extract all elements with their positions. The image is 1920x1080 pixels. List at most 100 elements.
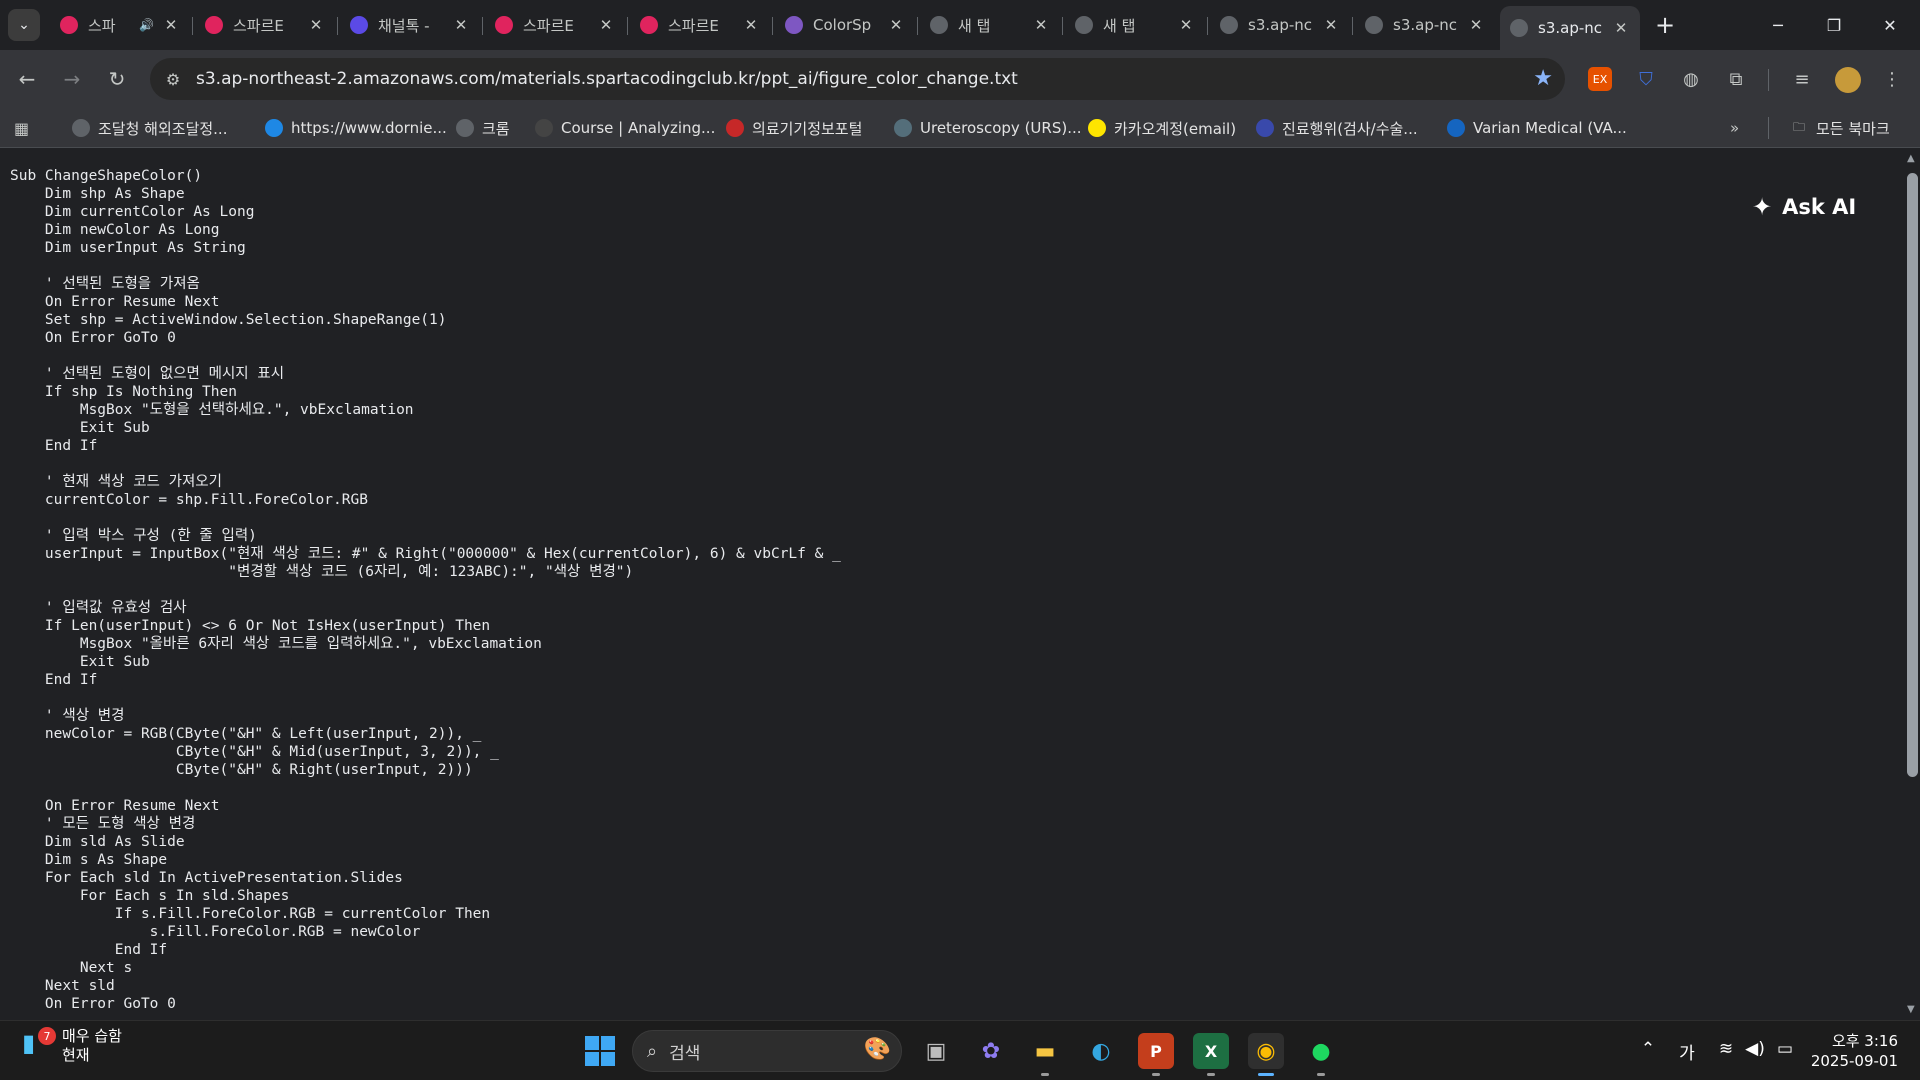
volume-icon[interactable]: ◀) bbox=[1744, 1039, 1766, 1059]
ime-indicator[interactable]: 가 bbox=[1676, 1039, 1698, 1064]
ask-ai-button[interactable]: ✦ Ask AI bbox=[1752, 193, 1856, 221]
restore-button[interactable]: ❐ bbox=[1806, 0, 1862, 50]
spartacoding-icon bbox=[640, 16, 658, 34]
close-window-button[interactable]: ✕ bbox=[1862, 0, 1918, 50]
globe-icon bbox=[1510, 19, 1528, 37]
chrome-icon[interactable]: ◉ bbox=[1248, 1033, 1284, 1069]
powerpoint-icon[interactable]: P bbox=[1138, 1033, 1174, 1069]
bookmark-item[interactable]: https://www.dornie... bbox=[265, 116, 447, 140]
vertical-scrollbar[interactable]: ▲ ▼ bbox=[1905, 149, 1920, 1019]
bookmark-item[interactable]: Varian Medical (VA... bbox=[1447, 116, 1627, 140]
browser-tab[interactable]: 스파 🔊 ✕ bbox=[50, 6, 190, 44]
ex-extension-icon[interactable]: EX bbox=[1588, 67, 1612, 91]
more-menu-icon[interactable]: ⋮ bbox=[1880, 67, 1904, 91]
spotify-icon[interactable]: ● bbox=[1303, 1033, 1339, 1069]
taskbar-search-box[interactable]: ⌕ 검색 🎨 bbox=[632, 1030, 902, 1072]
browser-tab[interactable]: 새 탭 ✕ bbox=[1065, 6, 1205, 44]
edge-icon[interactable]: ◐ bbox=[1083, 1033, 1119, 1069]
bookmark-item[interactable]: 크롬 bbox=[456, 116, 510, 140]
all-bookmarks-folder[interactable]: 🗀 모든 북마크 bbox=[1790, 116, 1890, 140]
windows-start-icon[interactable] bbox=[585, 1036, 615, 1066]
tab-label: 스파 bbox=[88, 16, 116, 35]
media-control-icon[interactable]: ≡ bbox=[1790, 67, 1814, 91]
medical-icon bbox=[1256, 119, 1274, 137]
clock-time: 오후 3:16 bbox=[1831, 1032, 1898, 1050]
document-text: Sub ChangeShapeColor() Dim shp As Shape … bbox=[10, 168, 841, 1012]
tab-label: 스파르E bbox=[523, 16, 574, 35]
translate-extension-icon[interactable]: ◍ bbox=[1679, 67, 1703, 91]
close-tab-icon[interactable]: ✕ bbox=[1322, 16, 1340, 34]
profile-avatar[interactable] bbox=[1835, 67, 1861, 93]
bookmark-item[interactable]: 진료행위(검사/수술... bbox=[1256, 116, 1418, 140]
browser-tab[interactable]: 스파르E ✕ bbox=[195, 6, 335, 44]
close-tab-icon[interactable]: ✕ bbox=[742, 16, 760, 34]
close-tab-icon[interactable]: ✕ bbox=[307, 16, 325, 34]
bookmarks-overflow-icon[interactable]: » bbox=[1730, 116, 1739, 140]
browser-tab[interactable]: 스파르E ✕ bbox=[485, 6, 625, 44]
tray-overflow-chevron-icon[interactable]: ⌃ bbox=[1638, 1039, 1658, 1059]
close-tab-icon[interactable]: ✕ bbox=[1612, 19, 1630, 37]
bookmark-item[interactable]: 카카오계정(email) bbox=[1088, 116, 1236, 140]
file-explorer-indicator bbox=[1041, 1073, 1049, 1076]
system-clock[interactable]: 오후 3:16 2025-09-01 bbox=[1808, 1031, 1898, 1071]
tab-search-button[interactable]: ⌄ bbox=[8, 9, 40, 41]
bookmark-star-icon[interactable]: ★ bbox=[1533, 66, 1553, 91]
minimize-button[interactable]: ─ bbox=[1750, 0, 1806, 50]
close-tab-icon[interactable]: ✕ bbox=[597, 16, 615, 34]
copilot-icon[interactable]: ✿ bbox=[973, 1033, 1009, 1069]
bookmark-item[interactable]: Ureteroscopy (URS)... bbox=[894, 116, 1082, 140]
scrollbar-thumb[interactable] bbox=[1907, 173, 1918, 777]
scroll-up-arrow-icon[interactable]: ▲ bbox=[1907, 153, 1915, 164]
restore-icon: ❐ bbox=[1826, 15, 1842, 35]
task-view-icon[interactable]: ▣ bbox=[918, 1033, 954, 1069]
battery-icon[interactable]: ▭ bbox=[1774, 1039, 1796, 1059]
close-tab-icon[interactable]: ✕ bbox=[1032, 16, 1050, 34]
close-tab-icon[interactable]: ✕ bbox=[1177, 16, 1195, 34]
file-explorer-icon[interactable]: ▬ bbox=[1027, 1033, 1063, 1069]
browser-tab[interactable]: 스파르E ✕ bbox=[630, 6, 770, 44]
kakao-icon bbox=[1088, 119, 1106, 137]
back-button[interactable]: ← bbox=[10, 62, 44, 96]
spartacoding-icon bbox=[205, 16, 223, 34]
new-tab-button[interactable]: + bbox=[1650, 10, 1680, 40]
shield-extension-icon[interactable]: ⛉ bbox=[1634, 67, 1658, 91]
browser-tab[interactable]: s3.ap-nc ✕ bbox=[1500, 6, 1640, 50]
chrome-indicator bbox=[1258, 1073, 1274, 1076]
browser-tab[interactable]: ColorSp ✕ bbox=[775, 6, 915, 44]
chrome-icon bbox=[930, 16, 948, 34]
browser-tab[interactable]: s3.ap-nc ✕ bbox=[1355, 6, 1495, 44]
tab-separator bbox=[772, 17, 773, 35]
reload-button[interactable]: ↻ bbox=[100, 62, 134, 96]
close-tab-icon[interactable]: ✕ bbox=[452, 16, 470, 34]
close-tab-icon[interactable]: ✕ bbox=[1467, 16, 1485, 34]
browser-tab[interactable]: 새 탭 ✕ bbox=[920, 6, 1060, 44]
bookmark-label: 크롬 bbox=[482, 119, 510, 138]
bookmark-label: 카카오계정(email) bbox=[1114, 119, 1237, 138]
weather-widget[interactable]: ▮ 7 매우 습함 현재 bbox=[22, 1027, 122, 1065]
close-tab-icon[interactable]: ✕ bbox=[162, 16, 180, 34]
scroll-down-arrow-icon[interactable]: ▼ bbox=[1907, 1004, 1915, 1015]
tab-label: 스파르E bbox=[668, 16, 719, 35]
tab-label: 스파르E bbox=[233, 16, 284, 35]
tab-separator bbox=[917, 17, 918, 35]
close-tab-icon[interactable]: ✕ bbox=[887, 16, 905, 34]
excel-icon[interactable]: X bbox=[1193, 1033, 1229, 1069]
wifi-icon[interactable]: ≋ bbox=[1715, 1039, 1737, 1059]
apps-grid-icon[interactable]: ▦ bbox=[14, 116, 29, 140]
tab-label: s3.ap-nc bbox=[1248, 16, 1313, 34]
globe-icon bbox=[1220, 16, 1238, 34]
extensions-puzzle-icon[interactable]: ⧉ bbox=[1724, 67, 1748, 91]
bookmark-item[interactable]: 조달청 해외조달정... bbox=[72, 116, 227, 140]
search-highlight-icon: 🎨 bbox=[863, 1037, 891, 1062]
browser-tab[interactable]: 채널톡 - ✕ bbox=[340, 6, 480, 44]
address-bar[interactable]: ⚙ s3.ap-northeast-2.amazonaws.com/materi… bbox=[150, 58, 1565, 100]
site-info-icon[interactable]: ⚙ bbox=[162, 68, 184, 90]
forward-button[interactable]: → bbox=[55, 62, 89, 96]
bookmark-item[interactable]: Course | Analyzing... bbox=[535, 116, 715, 140]
browser-tab[interactable]: s3.ap-nc ✕ bbox=[1210, 6, 1350, 44]
bookmark-item[interactable]: 의료기기정보포털 bbox=[726, 116, 862, 140]
varian-icon bbox=[1447, 119, 1465, 137]
tab-separator bbox=[482, 17, 483, 35]
speaker-icon[interactable]: 🔊 bbox=[139, 18, 154, 32]
url-text[interactable]: s3.ap-northeast-2.amazonaws.com/material… bbox=[196, 69, 1018, 89]
